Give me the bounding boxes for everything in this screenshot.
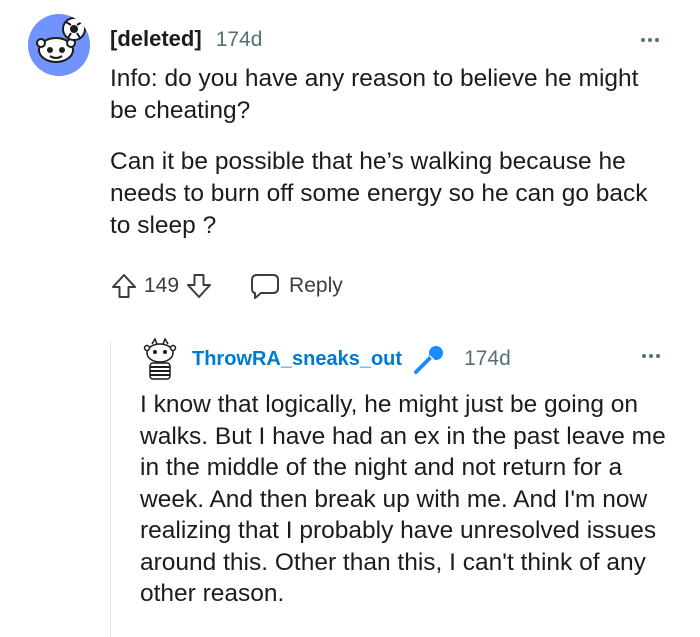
microphone-icon <box>412 344 446 374</box>
comment-meta: [deleted] 174d <box>110 26 262 54</box>
reply-paragraph: I know that logically, he might just be … <box>140 391 666 607</box>
more-options-icon[interactable] <box>641 38 659 42</box>
snoo-avatar-icon[interactable] <box>28 14 90 76</box>
vote-score: 149 <box>144 274 180 297</box>
comment-paragraph: Can it be possible that he’s walking bec… <box>110 148 648 239</box>
reply-age: 174d <box>464 347 511 370</box>
comment-actions: 149 Reply <box>110 266 343 306</box>
comment-age: 174d <box>215 28 263 51</box>
more-options-icon[interactable] <box>642 354 660 358</box>
reply-author-name[interactable]: ThrowRA_sneaks_out <box>192 348 402 371</box>
author-name[interactable]: [deleted] <box>110 26 202 52</box>
snoo-reply-avatar-icon[interactable] <box>140 337 180 382</box>
reply-button[interactable]: Reply <box>249 272 343 300</box>
thread-line[interactable] <box>110 342 111 637</box>
reply-label: Reply <box>289 274 343 297</box>
downvote-icon[interactable] <box>185 272 213 300</box>
reply-meta: ThrowRA_sneaks_out 174d <box>192 344 511 374</box>
comment-body: Info: do you have any reason to believe … <box>110 63 670 261</box>
comment-paragraph: Info: do you have any reason to believe … <box>110 65 639 124</box>
comment-bubble-icon <box>249 272 281 300</box>
reply-body: I know that logically, he might just be … <box>140 389 670 610</box>
upvote-icon[interactable] <box>110 272 138 300</box>
